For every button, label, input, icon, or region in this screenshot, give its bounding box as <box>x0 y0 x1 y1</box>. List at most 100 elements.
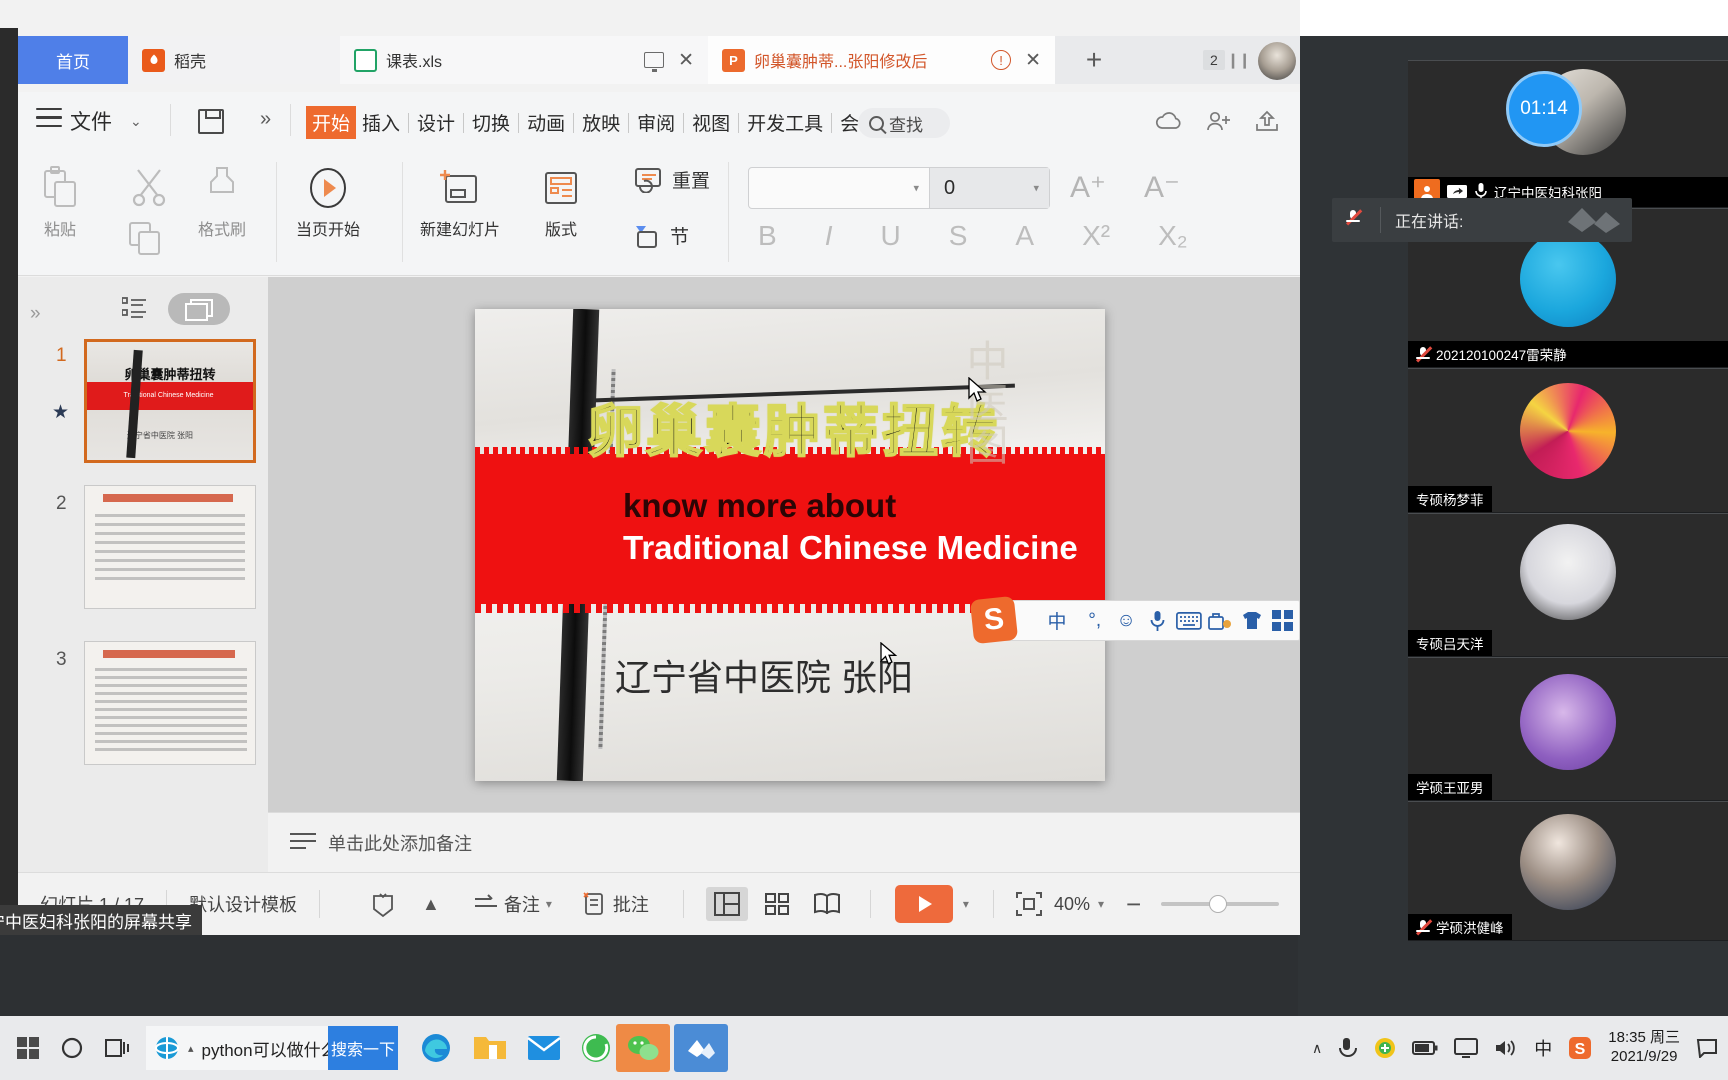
font-name-input[interactable]: ▾ <box>749 168 929 208</box>
zoom-out-button[interactable]: − <box>1126 891 1141 917</box>
video-tile-4[interactable]: 专硕吕天洋 <box>1408 513 1728 657</box>
bold-button[interactable]: B <box>758 220 777 252</box>
new-tab-button[interactable]: + <box>1063 36 1125 84</box>
outline-view-icon[interactable] <box>122 297 148 319</box>
tab-docer[interactable]: 稻壳 <box>128 36 340 84</box>
reset-button[interactable]: 重置 <box>634 166 710 193</box>
tray-ime-indicator[interactable]: 中 <box>1534 1035 1552 1061</box>
spell-check-icon[interactable] <box>370 890 396 918</box>
present-monitor-icon[interactable] <box>644 52 665 72</box>
tray-volume-icon[interactable] <box>1494 1038 1518 1058</box>
zoom-level-label[interactable]: 40% <box>1054 894 1090 915</box>
slide-thumbnail-1[interactable]: 卵巢囊肿蒂扭转 Traditional Chinese Medicine 辽宁省… <box>84 339 256 463</box>
tray-device-icon[interactable] <box>1338 1037 1358 1059</box>
ribbon-tab-devtools[interactable]: 开发工具 <box>741 106 829 139</box>
edge-icon[interactable] <box>412 1024 460 1072</box>
taskbar-clock[interactable]: 18:35 周三 2021/9/29 <box>1608 1029 1680 1067</box>
tray-sogou-icon[interactable]: S <box>1568 1036 1592 1060</box>
chevron-down-icon[interactable]: ▾ <box>913 182 919 195</box>
slide-thumbnail-3[interactable] <box>84 641 256 765</box>
video-tile-6[interactable]: 学硕洪健峰 <box>1408 801 1728 941</box>
slide-thumbnail-2[interactable] <box>84 485 256 609</box>
meeting-app-icon[interactable] <box>674 1024 728 1072</box>
file-menu-label[interactable]: 文件 <box>70 106 112 136</box>
view-reading-button[interactable] <box>806 887 848 921</box>
close-icon[interactable]: ✕ <box>678 51 694 70</box>
section-button[interactable]: 节 <box>634 222 689 249</box>
sogou-ime-logo[interactable]: S <box>969 595 1019 645</box>
italic-button[interactable]: I <box>825 220 833 252</box>
cut-button[interactable] <box>130 164 168 212</box>
ime-punctuation-icon[interactable]: °, <box>1079 610 1110 632</box>
notification-center-icon[interactable] <box>1696 1038 1718 1058</box>
new-slide-button[interactable]: 新建幻灯片 <box>420 164 500 240</box>
view-normal-button[interactable] <box>705 887 748 921</box>
find-button[interactable]: 查找 <box>858 108 950 138</box>
ribbon-tab-animation[interactable]: 动画 <box>521 106 571 139</box>
taskbar-search-box[interactable]: ▴ python可以做什么 搜索一下 <box>146 1026 398 1070</box>
chevron-down-icon[interactable]: ▾ <box>963 897 969 911</box>
ribbon-tab-design[interactable]: 设计 <box>411 106 461 139</box>
tab-ppt-active[interactable]: P 卵巢囊肿蒂...张阳修改后 ! ✕ <box>708 36 1055 84</box>
paste-button[interactable]: 粘贴 <box>40 164 80 240</box>
ime-skin-icon[interactable] <box>1236 611 1267 631</box>
video-tile-3[interactable]: 专硕杨梦菲 <box>1408 368 1728 513</box>
underline-button[interactable]: U <box>880 220 900 252</box>
zoom-slider[interactable] <box>1161 895 1280 913</box>
warning-icon[interactable]: ! <box>991 50 1012 70</box>
ribbon-tab-view[interactable]: 视图 <box>686 106 736 139</box>
view-sorter-button[interactable] <box>756 887 798 921</box>
shrink-font-button[interactable]: A⁻ <box>1144 170 1180 205</box>
close-icon[interactable]: ✕ <box>1025 51 1041 70</box>
tray-security-icon[interactable] <box>1374 1037 1396 1059</box>
wechat-icon[interactable] <box>616 1024 670 1072</box>
video-tile-host[interactable]: 01:14 辽宁中医妇科张阳 <box>1408 60 1728 208</box>
file-explorer-icon[interactable] <box>466 1024 514 1072</box>
start-here-button[interactable]: 当页开始 <box>296 164 360 240</box>
animation-star-icon[interactable]: ★ <box>52 401 69 424</box>
fit-to-window-icon[interactable] <box>1015 892 1042 916</box>
chevron-down-icon[interactable]: ⌄ <box>130 113 142 130</box>
save-icon[interactable] <box>198 109 224 134</box>
ribbon-tab-review[interactable]: 审阅 <box>631 106 681 139</box>
share-icon[interactable] <box>1254 110 1280 132</box>
tray-expand-icon[interactable]: ∧ <box>1312 1040 1322 1057</box>
ime-voice-icon[interactable] <box>1142 610 1173 632</box>
cloud-icon[interactable] <box>1154 110 1184 132</box>
format-painter-button[interactable]: 格式刷 <box>198 164 246 240</box>
strikethrough-button[interactable]: S <box>949 220 968 252</box>
current-slide[interactable]: 卵巢囊肿蒂扭转 know more about Traditional Chin… <box>475 309 1105 781</box>
comment-button[interactable]: 批注 <box>582 891 649 917</box>
font-size-input[interactable]: 0 ▾ <box>929 168 1049 208</box>
ime-toolbox-icon[interactable] <box>1205 611 1236 631</box>
ime-apps-icon[interactable] <box>1268 609 1299 632</box>
ribbon-tab-transition[interactable]: 切换 <box>466 106 516 139</box>
browser-360-icon[interactable] <box>572 1024 620 1072</box>
more-commands-icon[interactable]: » <box>260 108 271 131</box>
menu-hamburger-icon[interactable] <box>36 108 62 130</box>
tab-overflow-count[interactable]: 2 ❙❙ <box>1203 48 1251 72</box>
superscript-button[interactable]: X² <box>1082 220 1110 252</box>
tray-battery-icon[interactable] <box>1412 1040 1438 1056</box>
grow-font-button[interactable]: A⁺ <box>1070 170 1106 205</box>
layout-button[interactable]: 版式 <box>538 164 584 240</box>
notes-toggle-button[interactable]: 备注 ▾ <box>474 891 552 917</box>
play-slideshow-button[interactable] <box>894 885 953 923</box>
task-view-icon[interactable] <box>94 1024 142 1072</box>
ribbon-tab-insert[interactable]: 插入 <box>356 106 406 139</box>
chevron-down-icon[interactable]: ▾ <box>1098 897 1104 911</box>
slide-view-toggle[interactable] <box>168 293 230 325</box>
ime-mode-chinese[interactable]: 中 <box>1035 607 1079 634</box>
tray-display-icon[interactable] <box>1454 1038 1479 1058</box>
notes-pane[interactable]: 单击此处添加备注 <box>268 812 1300 872</box>
tab-xls[interactable]: S 课表.xls ✕ <box>340 36 708 84</box>
user-avatar[interactable] <box>1258 42 1296 80</box>
expand-up-icon[interactable]: ▲ <box>422 894 440 915</box>
collapse-panel-icon[interactable]: » <box>30 303 41 325</box>
video-tile-5[interactable]: 学硕王亚男 <box>1408 657 1728 801</box>
chevron-down-icon[interactable]: ▾ <box>1033 182 1039 195</box>
ime-keyboard-icon[interactable] <box>1173 611 1204 630</box>
start-button[interactable] <box>4 1024 52 1072</box>
zoom-slider-knob[interactable] <box>1209 895 1228 913</box>
add-collaborator-icon[interactable] <box>1206 110 1232 132</box>
